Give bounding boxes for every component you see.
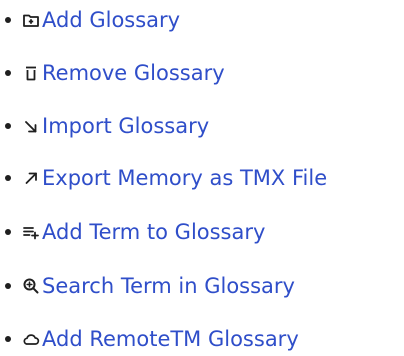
bullet-icon <box>5 229 11 235</box>
bullet-icon <box>5 283 11 289</box>
folder-plus-icon <box>22 11 40 29</box>
add-term-link[interactable]: Add Term to Glossary <box>42 219 265 245</box>
zoom-in-icon <box>22 277 40 295</box>
add-remotetm-glossary-link[interactable]: Add RemoteTM Glossary <box>42 326 299 352</box>
cloud-icon <box>22 330 40 348</box>
bullet-icon <box>5 123 11 129</box>
bullet-icon <box>5 17 11 23</box>
import-glossary-link[interactable]: Import Glossary <box>42 113 209 139</box>
export-memory-tmx-link[interactable]: Export Memory as TMX File <box>42 165 327 191</box>
bullet-icon <box>5 336 11 342</box>
arrow-up-right-icon <box>22 169 40 187</box>
remove-glossary-link[interactable]: Remove Glossary <box>42 60 225 86</box>
search-term-link[interactable]: Search Term in Glossary <box>42 273 295 299</box>
glossary-action-list: Add Glossary Remove Glossary Import Glos… <box>0 0 404 356</box>
bullet-icon <box>5 175 11 181</box>
bullet-icon <box>5 70 11 76</box>
list-plus-icon <box>22 223 40 241</box>
arrow-down-right-icon <box>22 117 40 135</box>
add-glossary-link[interactable]: Add Glossary <box>42 7 180 33</box>
trash-icon <box>22 64 40 82</box>
